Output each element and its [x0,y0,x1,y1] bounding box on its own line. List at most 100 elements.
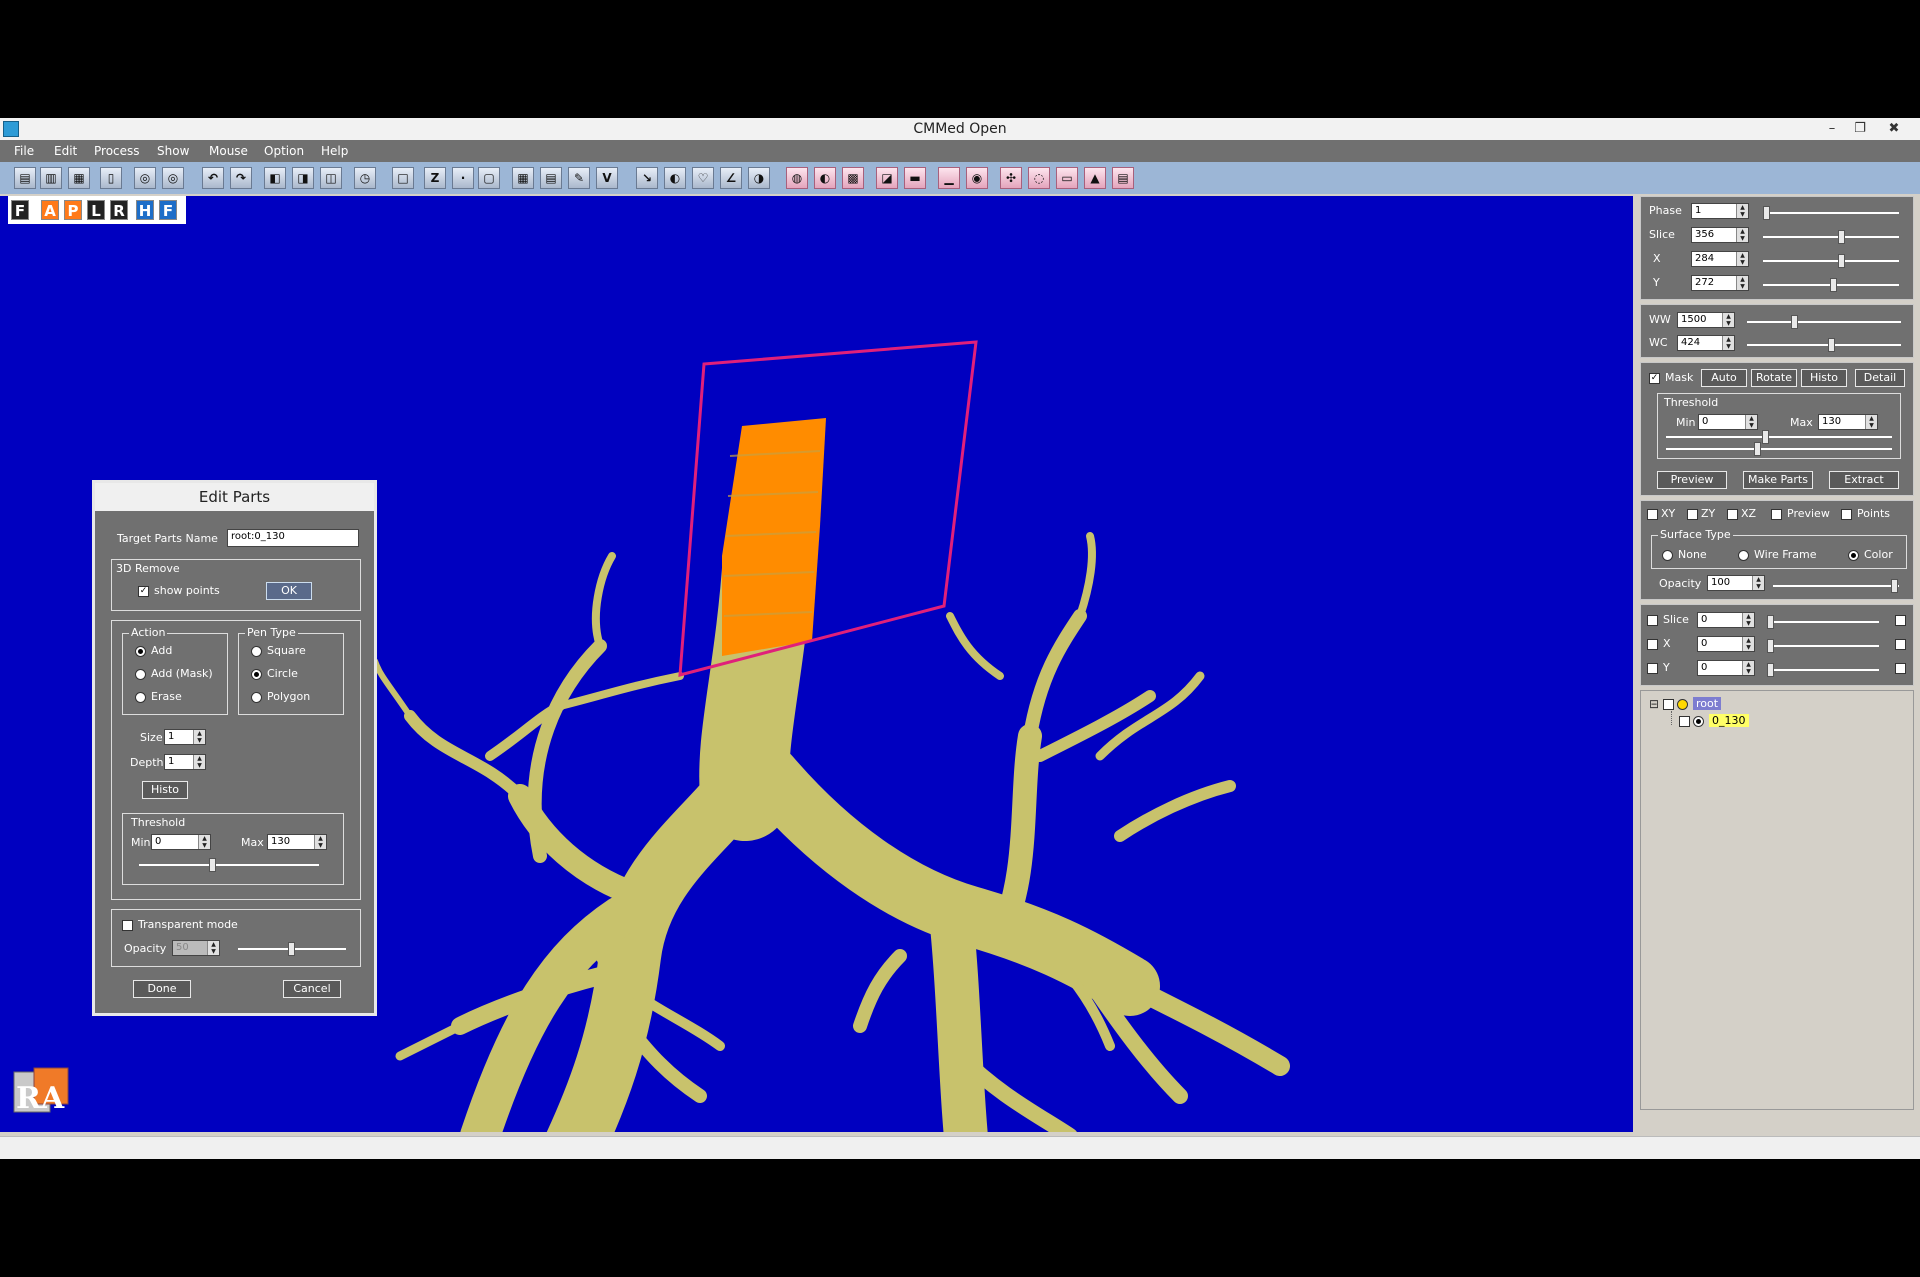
detail-button[interactable]: Detail [1855,369,1905,387]
collapse-icon[interactable]: ⊟ [1649,697,1659,711]
pen-square-radio[interactable] [251,646,262,657]
show-points-checkbox[interactable]: ✓ [138,586,149,597]
depth-stepper-icon[interactable]: ▲ ▼ [193,755,205,769]
phase-thumb[interactable] [1763,206,1770,220]
ww-input[interactable]: 1500 ▲ ▼ [1677,312,1735,328]
action-add-mask-radio[interactable] [135,669,146,680]
histo-button[interactable]: Histo [142,781,188,799]
clip-slice-flip-checkbox[interactable] [1895,615,1906,626]
xy-checkbox[interactable] [1647,509,1658,520]
size-input[interactable]: 1 ▲ ▼ [164,729,206,745]
surface-opacity-stepper-icon[interactable]: ▲ ▼ [1752,576,1764,590]
save-icon[interactable]: ▦ [68,167,90,189]
segment-icon[interactable]: ◉ [966,167,988,189]
tree-root-label[interactable]: root [1693,697,1722,710]
zoom-icon[interactable]: Z [424,167,446,189]
tree-root-checkbox[interactable] [1663,699,1674,710]
mask-max-slider[interactable] [1666,442,1892,456]
undo-icon[interactable]: ↶ [202,167,224,189]
depth-input[interactable]: 1 ▲ ▼ [164,754,206,770]
y-stepper-icon[interactable]: ▲ ▼ [1736,276,1748,290]
close-button[interactable]: ✖ [1880,119,1908,139]
camera-icon[interactable]: ◧ [264,167,286,189]
import-icon[interactable]: ▥ [40,167,62,189]
menu-process[interactable]: Process [94,144,140,158]
zy-checkbox[interactable] [1687,509,1698,520]
angle-icon[interactable]: ∠ [720,167,742,189]
arrow-tool-icon[interactable]: ↘ [636,167,658,189]
clip-y-slider[interactable] [1767,663,1879,677]
menu-help[interactable]: Help [321,144,348,158]
max-stepper-icon[interactable]: ▲ ▼ [314,835,326,849]
slice-stepper-icon[interactable]: ▲ ▼ [1736,228,1748,242]
min-stepper-icon[interactable]: ▲ ▼ [198,835,210,849]
x-slider[interactable] [1763,254,1899,268]
contrast-icon[interactable]: ◐ [664,167,686,189]
clip-y-checkbox[interactable] [1647,663,1658,674]
surface-wireframe-radio[interactable] [1738,550,1749,561]
clip-y-stepper-icon[interactable]: ▲ ▼ [1742,661,1754,675]
wc-stepper-icon[interactable]: ▲ ▼ [1722,336,1734,350]
mask-min-slider[interactable] [1666,430,1892,444]
surface-opacity-slider[interactable] [1773,579,1899,593]
chart-icon[interactable]: ▁ [938,167,960,189]
make-parts-button[interactable]: Make Parts [1743,471,1813,489]
clip-x-stepper-icon[interactable]: ▲ ▼ [1742,637,1754,651]
extract-button[interactable]: Extract [1829,471,1899,489]
camera2-icon[interactable]: ◨ [292,167,314,189]
pen-polygon-radio[interactable] [251,692,262,703]
wc-slider[interactable] [1747,338,1901,352]
done-button[interactable]: Done [133,980,191,998]
halftone-icon[interactable]: ◑ [748,167,770,189]
fit-icon[interactable]: □ [392,167,414,189]
clip-x-input[interactable]: 0 ▲ ▼ [1697,636,1755,652]
threshold-slider[interactable] [139,858,319,872]
mask-max-stepper-icon[interactable]: ▲ ▼ [1865,415,1877,429]
3d-view[interactable]: F A P L R H F RA Edit Parts Target Parts… [0,196,1633,1132]
restore-button[interactable]: ❐ [1846,119,1874,139]
size-stepper-icon[interactable]: ▲ ▼ [193,730,205,744]
camera3-icon[interactable]: ◫ [320,167,342,189]
slice-thumb[interactable] [1838,230,1845,244]
menu-mouse[interactable]: Mouse [209,144,248,158]
y-slider[interactable] [1763,278,1899,292]
slice-slider[interactable] [1763,230,1899,244]
y-input[interactable]: 272 ▲ ▼ [1691,275,1749,291]
tree-child-label[interactable]: 0_130 [1709,714,1749,727]
contrast2-icon[interactable]: ◐ [814,167,836,189]
phase-slider[interactable] [1763,206,1899,220]
new-document-icon[interactable]: ▯ [100,167,122,189]
surface-opacity-input[interactable]: 100 ▲ ▼ [1707,575,1765,591]
transparent-checkbox[interactable] [122,920,133,931]
opacity-slider[interactable] [238,942,346,956]
x-stepper-icon[interactable]: ▲ ▼ [1736,252,1748,266]
rotate-button[interactable]: Rotate [1751,369,1797,387]
minimize-button[interactable]: – [1818,119,1846,139]
phase-input[interactable]: 1 ▲ ▼ [1691,203,1749,219]
tree-child-checkbox[interactable] [1679,716,1690,727]
clip-x-checkbox[interactable] [1647,639,1658,650]
ww-slider[interactable] [1747,315,1901,329]
histo-mask-button[interactable]: Histo [1801,369,1847,387]
clip-slice-input[interactable]: 0 ▲ ▼ [1697,612,1755,628]
surface-color-radio[interactable] [1848,550,1859,561]
max-input[interactable]: 130 ▲ ▼ [267,834,327,850]
print-icon[interactable]: ▤ [1112,167,1134,189]
grid-icon[interactable]: ▦ [512,167,534,189]
mask-max-input[interactable]: 130 ▲ ▼ [1818,414,1878,430]
min-input[interactable]: 0 ▲ ▼ [151,834,211,850]
menu-show[interactable]: Show [157,144,189,158]
ww-thumb[interactable] [1791,315,1798,329]
disk-icon[interactable]: ◎ [134,167,156,189]
clock-icon[interactable]: ◷ [354,167,376,189]
tree-icon[interactable]: ✣ [1000,167,1022,189]
points-checkbox[interactable] [1841,509,1852,520]
slice-input[interactable]: 356 ▲ ▼ [1691,227,1749,243]
opacity-input[interactable]: 50 ▲ ▼ [172,940,220,956]
ww-stepper-icon[interactable]: ▲ ▼ [1722,313,1734,327]
mask-max-thumb[interactable] [1754,442,1761,456]
clip-x-thumb[interactable] [1767,639,1774,653]
phase-stepper-icon[interactable]: ▲ ▼ [1736,204,1748,218]
mask-min-stepper-icon[interactable]: ▲ ▼ [1745,415,1757,429]
clip-x-flip-checkbox[interactable] [1895,639,1906,650]
